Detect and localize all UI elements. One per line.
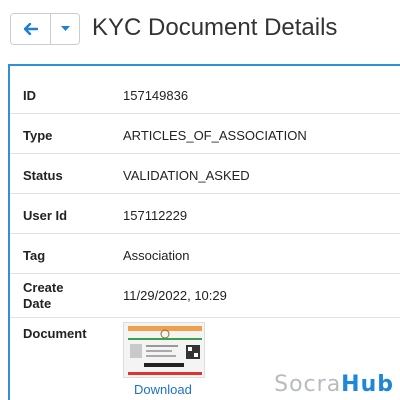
detail-row-tag: Tag Association [10,234,400,274]
page-header: KYC Document Details [0,0,400,62]
type-value: ARTICLES_OF_ASSOCIATION [123,128,307,143]
create-date-value: 11/29/2022, 10:29 [123,288,227,303]
user-id-value: 157112229 [123,208,188,223]
document-label: Document [23,326,87,341]
dropdown-toggle-button[interactable] [51,14,79,44]
back-button[interactable] [11,14,51,44]
page-title: KYC Document Details [92,14,338,41]
status-value: VALIDATION_ASKED [123,168,250,183]
create-date-label: Create Date [23,280,64,311]
id-value: 157149836 [123,88,189,103]
detail-row-create-date: Create Date 11/29/2022, 10:29 [10,274,400,318]
socrahub-watermark-logo: SocraHub [274,372,394,397]
id-label: ID [23,88,36,103]
tag-value: Association [123,248,190,263]
navigation-button-group [10,13,80,45]
arrow-left-icon [23,23,38,35]
id-card-preview-image [124,323,204,377]
document-thumbnail[interactable] [123,322,205,378]
details-panel: ID 157149836 Type ARTICLES_OF_ASSOCIATIO… [8,64,400,400]
detail-row-type: Type ARTICLES_OF_ASSOCIATION [10,114,400,154]
detail-row-id: ID 157149836 [10,74,400,114]
user-id-label: User Id [23,208,68,223]
detail-row-status: Status VALIDATION_ASKED [10,154,400,194]
tag-label: Tag [23,248,46,263]
status-label: Status [23,168,63,183]
detail-row-user-id: User Id 157112229 [10,194,400,234]
download-link[interactable]: Download [134,382,192,397]
type-label: Type [23,128,53,143]
caret-down-icon [60,26,70,31]
